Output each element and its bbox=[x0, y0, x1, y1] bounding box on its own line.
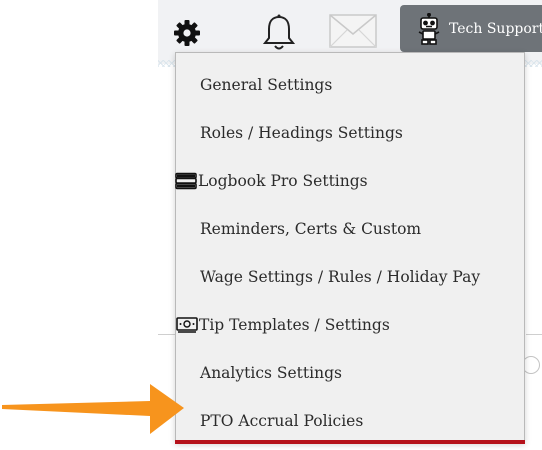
menu-accent-bar bbox=[175, 440, 525, 444]
menu-item-label: Analytics Settings bbox=[200, 364, 342, 382]
menu-item-label: Reminders, Certs & Custom bbox=[200, 220, 422, 238]
mail-icon[interactable] bbox=[329, 14, 377, 48]
book-stack-icon bbox=[175, 172, 197, 190]
bell-icon[interactable] bbox=[258, 12, 300, 54]
menu-item-wage-settings[interactable]: Wage Settings / Rules / Holiday Pay bbox=[176, 253, 524, 301]
robot-icon bbox=[418, 12, 440, 45]
menu-item-tip-templates-settings[interactable]: Tip Templates / Settings bbox=[176, 301, 524, 349]
menu-item-roles-headings-settings[interactable]: Roles / Headings Settings bbox=[176, 109, 524, 157]
menu-item-logbook-pro-settings[interactable]: Logbook Pro Settings bbox=[175, 157, 524, 205]
menu-item-label: General Settings bbox=[200, 76, 333, 94]
tech-support-label: Tech Support bbox=[449, 20, 542, 37]
menu-item-label: PTO Accrual Policies bbox=[200, 412, 364, 430]
menu-item-analytics-settings[interactable]: Analytics Settings bbox=[176, 349, 524, 397]
background-divider bbox=[526, 334, 542, 335]
cash-icon bbox=[176, 317, 198, 333]
tech-support-button[interactable]: Tech Support bbox=[400, 5, 542, 52]
annotation-arrow bbox=[2, 384, 184, 434]
gear-icon[interactable] bbox=[172, 18, 202, 48]
menu-item-label: Tip Templates / Settings bbox=[199, 316, 390, 334]
settings-dropdown-menu: General Settings Roles / Headings Settin… bbox=[175, 52, 525, 443]
menu-item-pto-accrual-policies[interactable]: PTO Accrual Policies bbox=[176, 397, 524, 445]
menu-item-general-settings[interactable]: General Settings bbox=[176, 61, 524, 109]
menu-item-reminders-certs-custom[interactable]: Reminders, Certs & Custom bbox=[176, 205, 524, 253]
menu-item-label: Roles / Headings Settings bbox=[200, 124, 403, 142]
menu-item-label: Logbook Pro Settings bbox=[198, 172, 368, 190]
menu-item-label: Wage Settings / Rules / Holiday Pay bbox=[200, 268, 481, 286]
background-divider bbox=[158, 334, 175, 335]
